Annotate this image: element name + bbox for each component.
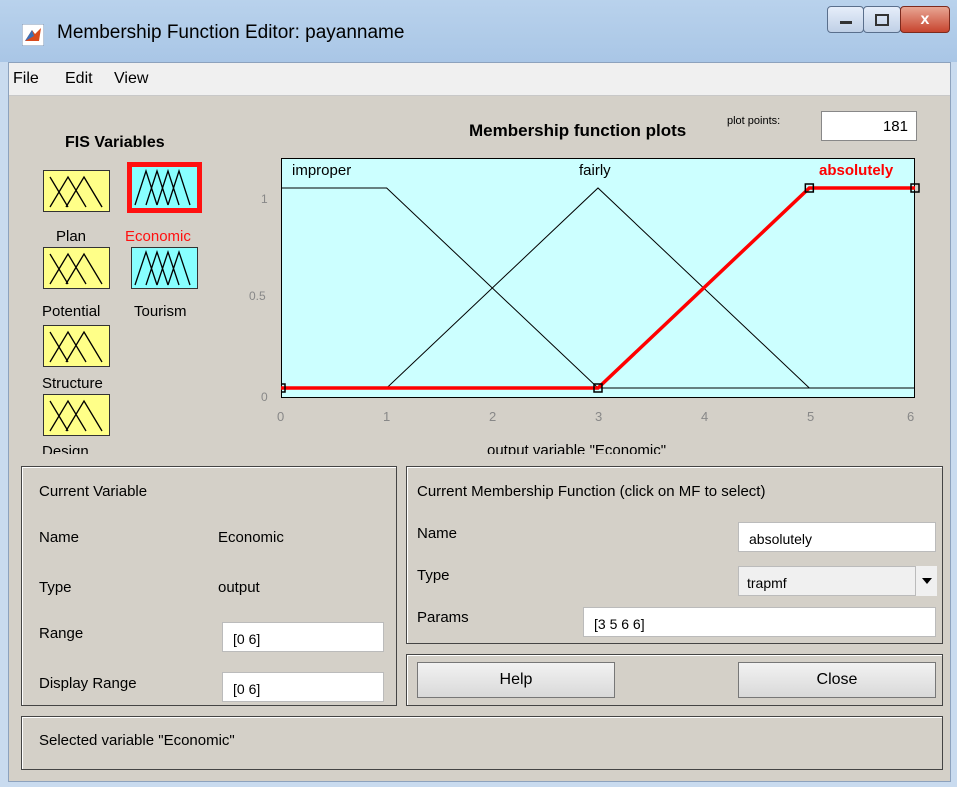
window-title: Membership Function Editor: payanname — [57, 22, 405, 43]
var-type-label: Type — [39, 579, 72, 596]
menu-file[interactable]: File — [13, 70, 39, 88]
fis-variables-title: FIS Variables — [65, 134, 165, 151]
minimize-button[interactable] — [827, 6, 864, 33]
mf-type-label: Type — [417, 567, 450, 584]
current-variable-panel: Current Variable Name Economic Type outp… — [21, 466, 397, 706]
fis-var-label-plan: Plan — [56, 228, 87, 245]
plot-title: Membership function plots — [469, 121, 687, 140]
fis-var-tourism[interactable] — [131, 247, 198, 289]
client-area: File Edit View FIS Variables Plan Econom… — [8, 62, 951, 782]
fis-var-label-design: Design — [42, 443, 89, 454]
x-tick-1: 1 — [383, 409, 391, 424]
x-tick-0: 0 — [277, 409, 285, 424]
status-text: Selected variable "Economic" — [39, 732, 235, 749]
fis-var-structure[interactable] — [43, 325, 110, 367]
range-input[interactable]: [0 6] — [222, 622, 384, 652]
display-range-input[interactable]: [0 6] — [222, 672, 384, 702]
plot-frame — [281, 158, 915, 398]
range-label: Range — [39, 625, 84, 642]
mf-label-absolutely[interactable]: absolutely — [819, 162, 893, 179]
current-variable-title: Current Variable — [39, 483, 148, 500]
fis-var-label-economic: Economic — [125, 228, 191, 245]
params-label: Params — [417, 609, 469, 626]
y-tick-0.5: 0.5 — [249, 289, 266, 303]
maximize-icon — [875, 13, 889, 26]
menu-bar: File Edit View — [9, 63, 950, 96]
y-tick-0: 0 — [261, 390, 268, 404]
help-button[interactable]: Help — [417, 662, 615, 698]
mf-shape-icon — [134, 168, 191, 206]
lower-section: Current Variable Name Economic Type outp… — [9, 454, 950, 781]
mf-name-input[interactable]: absolutely — [738, 522, 936, 552]
display-range-label: Display Range — [39, 675, 137, 692]
current-mf-panel: Current Membership Function (click on MF… — [406, 466, 943, 644]
mf-line-fairly[interactable] — [281, 187, 915, 389]
close-button[interactable]: Close — [738, 662, 936, 698]
plot-points-label: plot points: — [727, 115, 781, 127]
current-mf-title: Current Membership Function (click on MF… — [417, 483, 766, 500]
menu-view[interactable]: View — [114, 70, 148, 88]
x-tick-3: 3 — [595, 409, 603, 424]
mf-shape-icon — [49, 399, 103, 432]
fis-var-economic[interactable] — [127, 162, 202, 213]
fis-var-plan[interactable] — [43, 170, 110, 212]
mf-plot[interactable] — [281, 158, 921, 408]
minimize-icon — [839, 20, 852, 24]
mf-shape-icon — [49, 252, 103, 285]
mf-editor-window: Membership Function Editor: payanname x … — [0, 0, 957, 787]
button-panel: Help Close — [406, 654, 943, 706]
x-tick-2: 2 — [489, 409, 497, 424]
x-tick-6: 6 — [907, 409, 915, 424]
mf-shape-icon — [49, 175, 103, 208]
close-window-button[interactable]: x — [900, 6, 950, 33]
fis-var-potential[interactable] — [43, 247, 110, 289]
fis-var-design[interactable] — [43, 394, 110, 436]
x-tick-5: 5 — [807, 409, 815, 424]
params-input[interactable]: [3 5 6 6] — [583, 607, 936, 637]
var-type-value: output — [218, 579, 260, 596]
close-icon: x — [920, 10, 930, 28]
mf-line-improper[interactable] — [281, 187, 915, 389]
mf-line-absolutely[interactable] — [281, 186, 915, 390]
y-tick-1: 1 — [261, 192, 268, 206]
matlab-icon — [22, 24, 44, 46]
plot-points-input[interactable]: 181 — [821, 111, 917, 141]
mf-type-value: trapmf — [747, 575, 787, 591]
mf-label-fairly[interactable]: fairly — [579, 162, 611, 179]
chevron-down-icon — [921, 578, 932, 584]
mf-shape-icon — [49, 330, 103, 363]
mf-label-improper[interactable]: improper — [292, 162, 351, 179]
fis-var-label-tourism: Tourism — [134, 303, 187, 320]
fis-var-label-potential: Potential — [42, 303, 101, 320]
fis-var-label-structure: Structure — [42, 375, 103, 392]
var-name-value: Economic — [218, 529, 284, 546]
menu-edit[interactable]: Edit — [65, 70, 93, 88]
mf-type-select[interactable]: trapmf — [738, 566, 936, 596]
title-bar[interactable]: Membership Function Editor: payanname x — [0, 0, 957, 62]
mf-shape-icon — [134, 249, 191, 286]
var-name-label: Name — [39, 529, 80, 546]
maximize-button[interactable] — [863, 6, 901, 33]
status-bar: Selected variable "Economic" — [21, 716, 943, 770]
mf-type-dropdown[interactable] — [915, 566, 937, 596]
x-tick-4: 4 — [701, 409, 709, 424]
mf-name-label: Name — [417, 525, 458, 542]
